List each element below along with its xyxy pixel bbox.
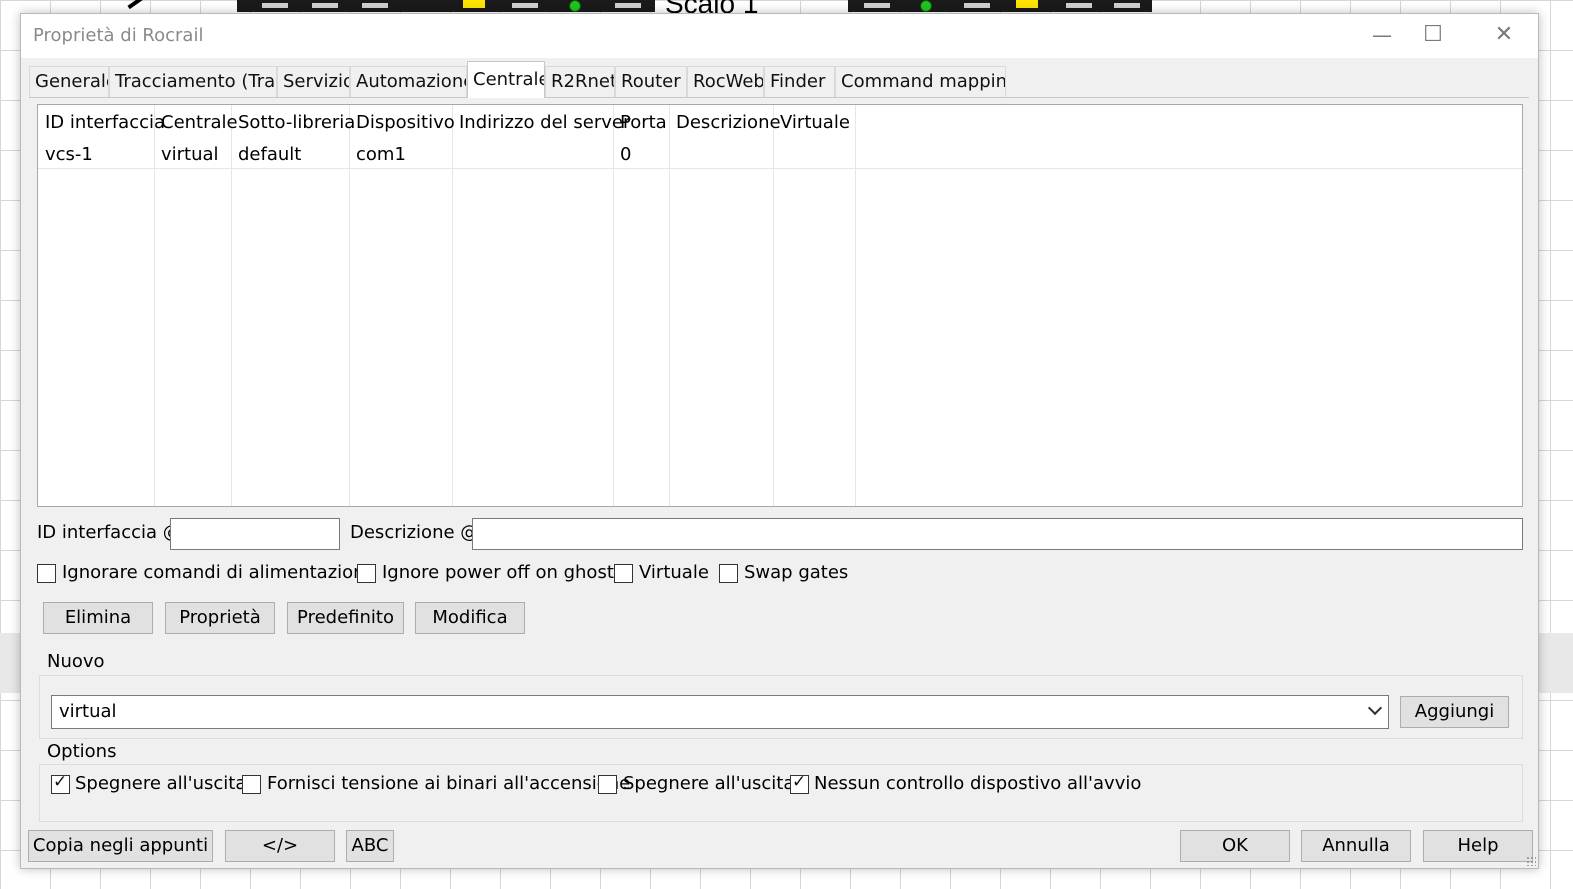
tab-router[interactable]: Router [615,66,687,97]
resize-grip-icon[interactable] [1526,856,1536,866]
cell-description [669,141,676,169]
column-header-sublib[interactable]: Sotto-libreria [231,105,355,141]
column-header-virtual[interactable]: Virtuale [773,105,850,141]
ignore-power-commands-label: Ignorare comandi di alimentazione [62,562,376,583]
tab-rocweb[interactable]: RocWeb [687,66,764,97]
background-panel [0,633,22,693]
check-icon: ✓ [53,772,68,792]
delete-button[interactable]: Elimina [43,602,153,634]
tab-r2rnet[interactable]: R2Rnet [545,66,615,97]
swap-gates-label: Swap gates [744,562,849,583]
help-button[interactable]: Help [1423,830,1533,862]
virtual-checkbox[interactable] [614,564,633,583]
modify-button[interactable]: Modifica [415,602,525,634]
cell-device: com1 [356,144,406,165]
tab-automazione[interactable]: Automazione [350,66,467,97]
chevron-down-icon [1367,700,1383,716]
window-title: Proprietà di Rocrail [33,25,204,46]
controller-type-select[interactable]: virtual [51,695,1389,729]
title-bar: Proprietà di Rocrail — ☐ ✕ [21,14,1538,58]
option-power-on-start-checkbox[interactable] [242,775,261,794]
column-header-centrale[interactable]: Centrale [154,105,238,141]
tab-generale[interactable]: Generale [29,66,109,97]
swap-gates-checkbox[interactable] [719,564,738,583]
cell-virtual [773,141,780,169]
centrale-panel: ID interfaccia Centrale Sotto-libreria D… [29,98,1529,822]
description-label: Descrizione @ [350,522,479,543]
ignore-power-off-ghost-label: Ignore power off on ghost [382,562,614,583]
cell-sublib: default [238,144,302,165]
option-shutdown-on-exit-2-checkbox[interactable] [598,775,617,794]
column-header-server[interactable]: Indirizzo del server [452,105,630,141]
column-header-device[interactable]: Dispositivo [349,105,455,141]
column-header-id[interactable]: ID interfaccia [38,105,165,141]
cell-centrale: virtual [161,144,219,165]
background-panel-right [1538,633,1573,693]
properties-button[interactable]: Proprietà [165,602,275,634]
tab-bar: Generale Tracciamento (Trace) Servizio A… [29,61,1529,98]
cancel-button[interactable]: Annulla [1301,830,1411,862]
copy-to-clipboard-button[interactable]: Copia negli appunti [28,830,213,862]
tab-centrale[interactable]: Centrale [467,61,545,98]
cell-id: vcs-1 [45,144,93,165]
option-no-device-check-checkbox[interactable]: ✓ [790,772,809,794]
track-diagonal [127,0,163,10]
id-input[interactable] [170,518,340,550]
column-header-description[interactable]: Descrizione [669,105,781,141]
track-strip-left [237,0,655,12]
xml-code-button[interactable]: </> [225,830,335,862]
option-shutdown-on-exit-checkbox[interactable]: ✓ [51,772,70,794]
track-strip-right [848,0,1152,12]
options-group-label: Options [45,741,119,762]
cell-port: 0 [620,144,632,165]
ignore-power-off-ghost-checkbox[interactable] [357,564,376,583]
rocrail-properties-dialog: Proprietà di Rocrail — ☐ ✕ Generale Trac… [20,13,1539,869]
default-button[interactable]: Predefinito [287,602,404,634]
option-power-on-start-label: Fornisci tensione ai binari all'accensio… [267,773,631,794]
maximize-icon[interactable]: ☐ [1410,20,1456,52]
minimize-icon[interactable]: — [1359,20,1405,52]
column-header-port[interactable]: Porta [613,105,667,141]
new-group-label: Nuovo [45,651,107,672]
option-shutdown-on-exit-label: Spegnere all'uscita [75,773,247,794]
interface-table[interactable]: ID interfaccia Centrale Sotto-libreria D… [37,104,1523,507]
check-icon: ✓ [792,772,807,792]
abc-button[interactable]: ABC [346,830,394,862]
ok-button[interactable]: OK [1180,830,1290,862]
tab-servizio[interactable]: Servizio [277,66,350,97]
description-input[interactable] [472,518,1523,550]
ignore-power-commands-checkbox[interactable] [37,564,56,583]
add-button[interactable]: Aggiungi [1400,696,1509,728]
close-icon[interactable]: ✕ [1481,20,1527,52]
tab-command-mapping[interactable]: Command mapping [835,66,1006,97]
tab-tracciamento[interactable]: Tracciamento (Trace) [109,66,277,97]
cell-server [452,141,459,169]
controller-type-value: virtual [59,701,117,722]
option-no-device-check-label: Nessun controllo dispostivo all'avvio [814,773,1142,794]
option-shutdown-on-exit-2-label: Spegnere all'uscita [623,773,795,794]
virtual-label: Virtuale [639,562,709,583]
tab-finder[interactable]: Finder [764,66,835,97]
id-label: ID interfaccia @ [37,522,181,543]
